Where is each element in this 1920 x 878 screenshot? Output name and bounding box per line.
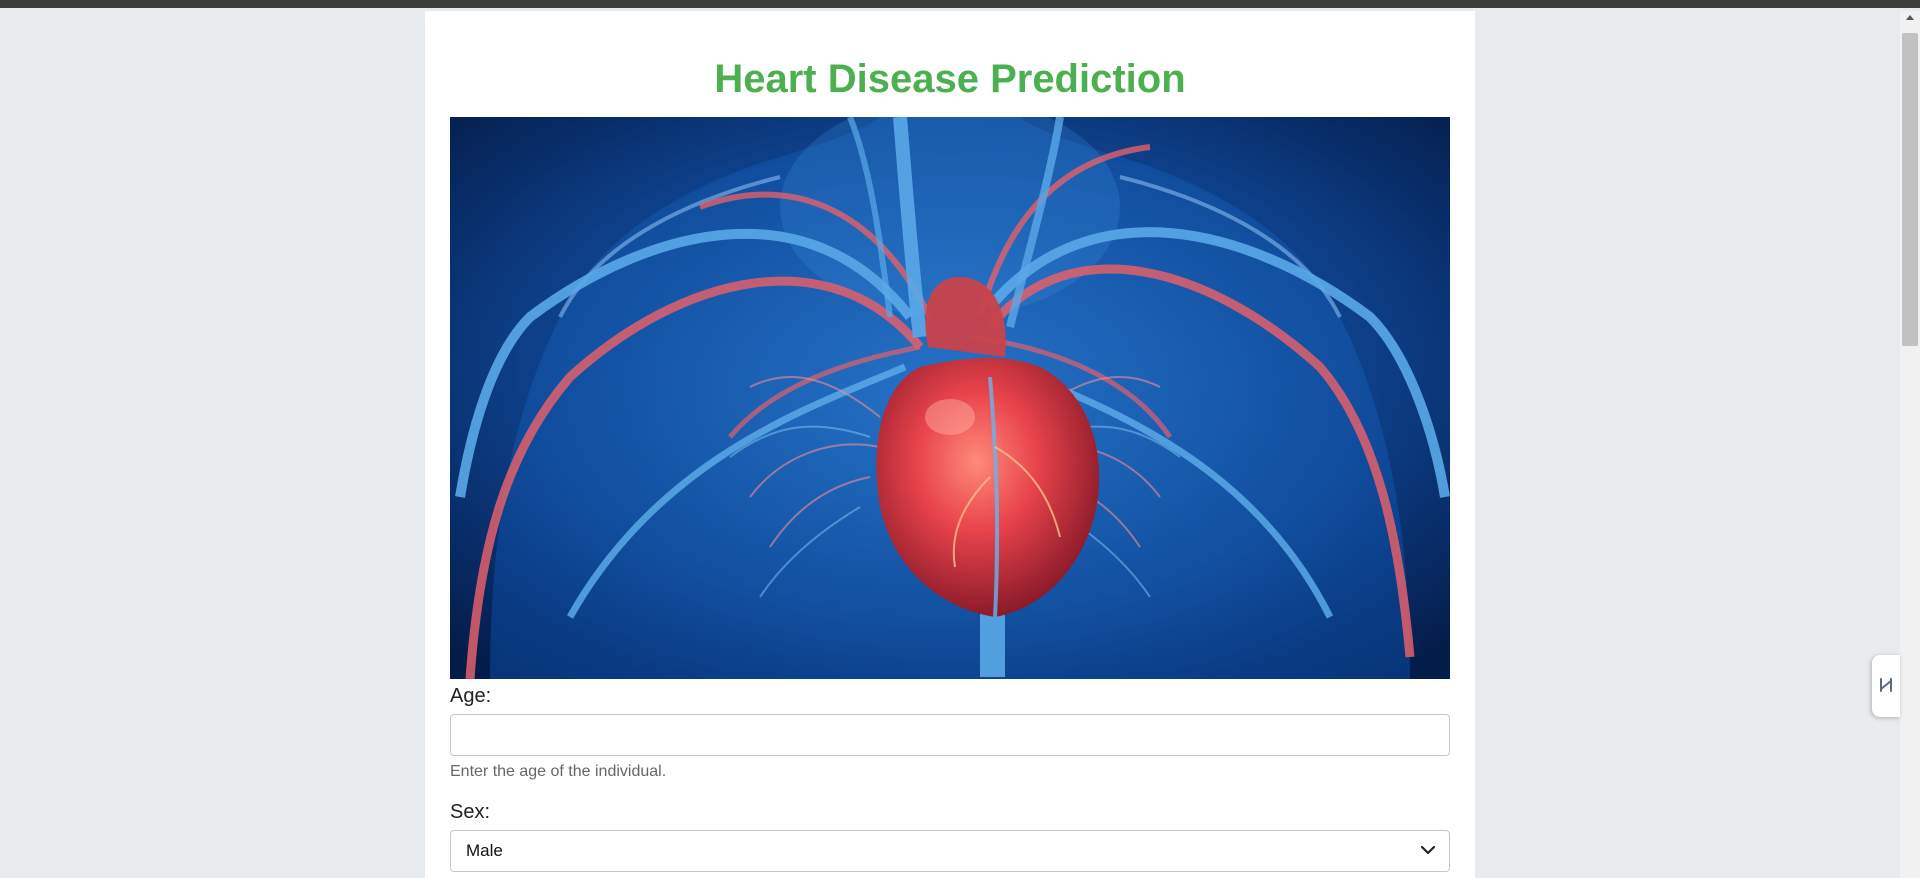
chevron-down-icon	[1420, 845, 1436, 855]
browser-top-bar	[0, 0, 1920, 8]
heart-anatomy-image	[450, 117, 1450, 679]
sex-select-value: Male	[466, 841, 503, 860]
extension-panel-tab[interactable]	[1872, 655, 1900, 717]
page-title: Heart Disease Prediction	[714, 57, 1186, 101]
age-input[interactable]	[450, 714, 1450, 756]
scrollbar-thumb[interactable]	[1902, 33, 1918, 346]
sex-label: Sex:	[450, 801, 491, 823]
age-label: Age:	[450, 685, 492, 707]
main-card: Heart Disease Prediction Age: Enter the …	[425, 11, 1475, 878]
sex-select[interactable]: Male	[450, 830, 1450, 872]
extension-panel-icon	[1880, 678, 1892, 692]
age-help-text: Enter the age of the individual.	[450, 763, 667, 780]
scroll-up-arrow-icon[interactable]	[1903, 11, 1917, 25]
